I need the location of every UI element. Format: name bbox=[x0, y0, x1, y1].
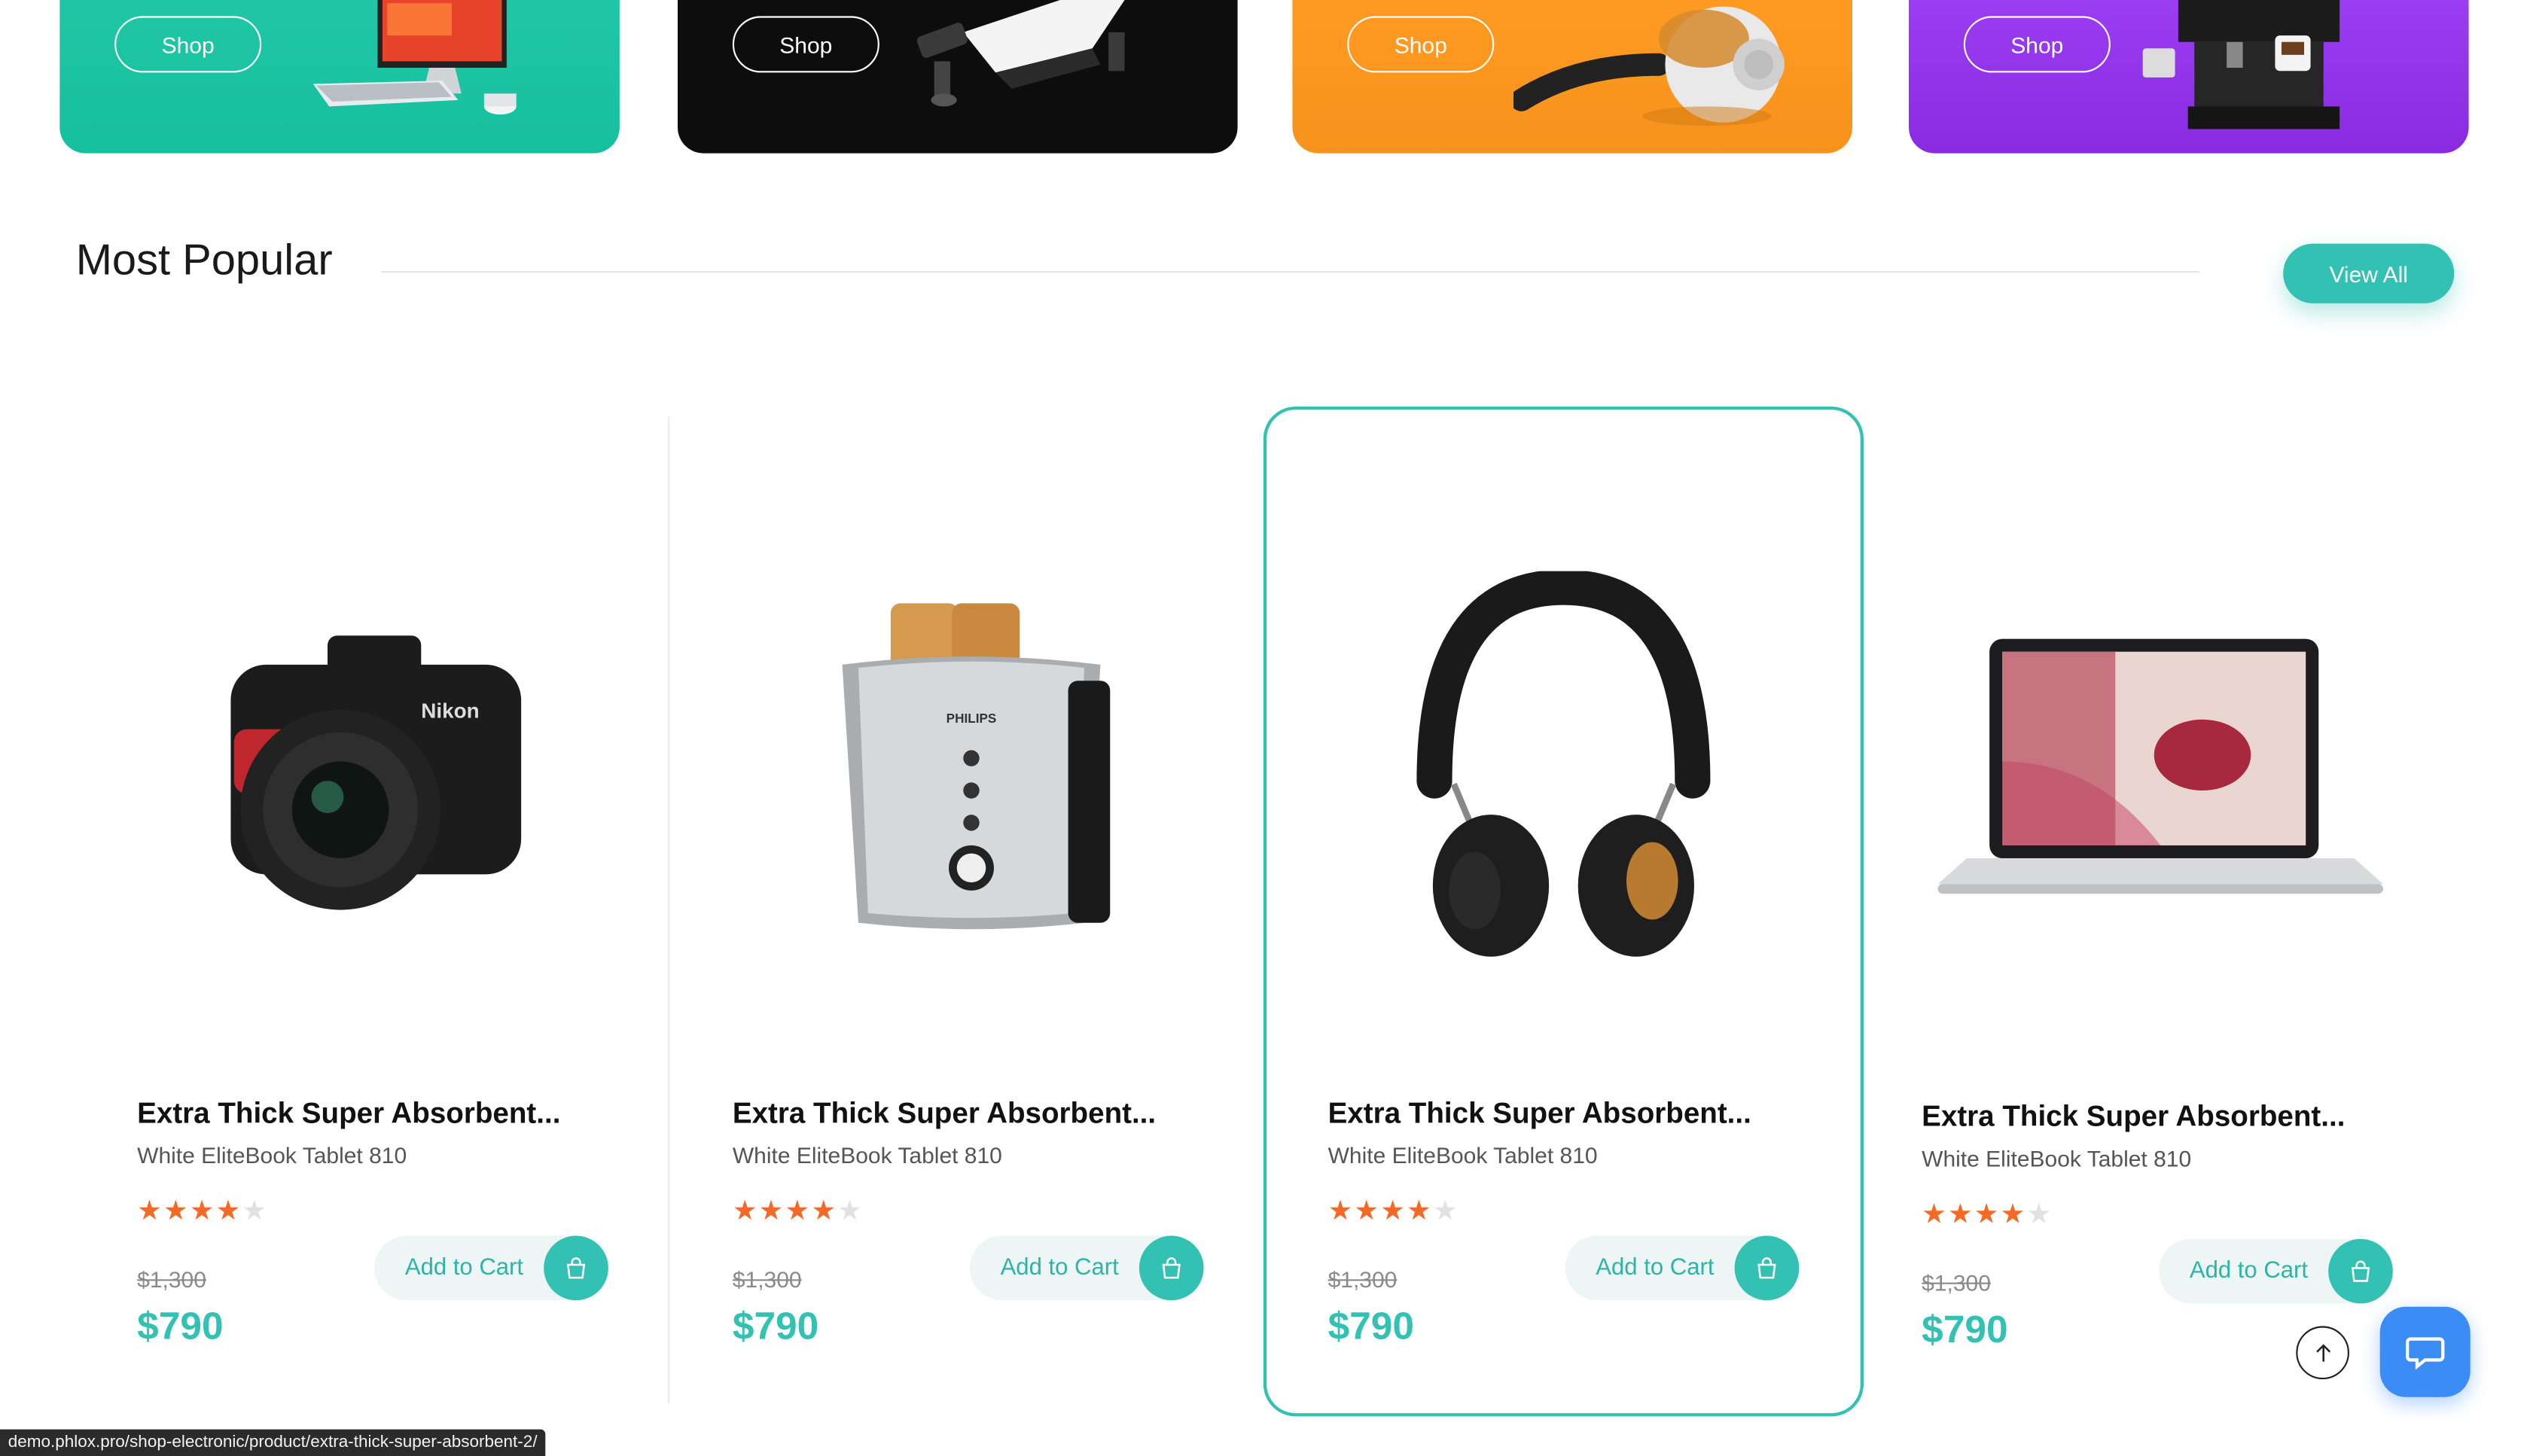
product-card[interactable]: Extra Thick Super Absorbent... White Eli… bbox=[1861, 407, 2461, 1416]
banner-coffee[interactable]: Shop bbox=[1909, 0, 2469, 154]
star-icon: ★ bbox=[1974, 1199, 1999, 1229]
product-image-camera: Nikon bbox=[230, 635, 522, 910]
product-title[interactable]: Extra Thick Super Absorbent... bbox=[1328, 1097, 1751, 1131]
svg-text:Nikon: Nikon bbox=[421, 699, 479, 723]
shop-button[interactable]: Shop bbox=[732, 16, 879, 73]
chat-bubble-icon bbox=[2405, 1337, 2445, 1370]
star-icon: ★ bbox=[811, 1195, 836, 1226]
shopping-bag-icon bbox=[1734, 1235, 1800, 1301]
add-to-cart-button[interactable]: Add to Cart bbox=[2159, 1238, 2393, 1304]
star-icon: ★ bbox=[1354, 1195, 1379, 1226]
star-icon: ★ bbox=[732, 1195, 757, 1226]
product-subtitle: White EliteBook Tablet 810 bbox=[137, 1142, 407, 1168]
add-to-cart-button[interactable]: Add to Cart bbox=[1565, 1235, 1800, 1301]
star-empty-icon: ★ bbox=[2026, 1199, 2052, 1229]
banner-vacuums[interactable]: Shop bbox=[1292, 0, 1852, 154]
star-icon: ★ bbox=[758, 1195, 784, 1226]
star-icon: ★ bbox=[1947, 1199, 1973, 1229]
add-to-cart-label: Add to Cart bbox=[1000, 1255, 1119, 1281]
chat-button[interactable] bbox=[2379, 1306, 2471, 1397]
add-to-cart-label: Add to Cart bbox=[2189, 1258, 2309, 1284]
title-divider bbox=[380, 271, 2199, 273]
shopping-bag-icon bbox=[1138, 1235, 1204, 1301]
shop-button[interactable]: Shop bbox=[1963, 16, 2111, 73]
svg-text:PHILIPS: PHILIPS bbox=[946, 711, 997, 726]
star-empty-icon: ★ bbox=[242, 1195, 267, 1226]
arrow-up-icon bbox=[2315, 1343, 2330, 1361]
price: $790 bbox=[732, 1305, 819, 1349]
old-price: $1,300 bbox=[1922, 1269, 1991, 1296]
section-title: Most Popular bbox=[75, 235, 333, 285]
scroll-to-top-button[interactable] bbox=[2296, 1326, 2349, 1380]
drone-image bbox=[916, 0, 1125, 107]
star-icon: ★ bbox=[1327, 1195, 1353, 1226]
rating-stars: ★ ★ ★ ★ ★ bbox=[1922, 1200, 2051, 1227]
product-title[interactable]: Extra Thick Super Absorbent... bbox=[733, 1097, 1156, 1131]
coffee-machine-image bbox=[2142, 0, 2340, 129]
star-icon: ★ bbox=[1407, 1195, 1431, 1226]
product-subtitle: White EliteBook Tablet 810 bbox=[732, 1142, 1002, 1168]
product-card[interactable]: PHILIPS Extra Thick Super Absorbent... W… bbox=[671, 407, 1271, 1416]
product-image-headphones bbox=[1416, 571, 1711, 957]
product-subtitle: White EliteBook Tablet 810 bbox=[1922, 1145, 2192, 1171]
old-price: $1,300 bbox=[1327, 1266, 1398, 1293]
shopping-bag-icon bbox=[544, 1235, 608, 1301]
product-image-toaster: PHILIPS bbox=[842, 603, 1111, 930]
star-icon: ★ bbox=[137, 1195, 162, 1226]
product-subtitle: White EliteBook Tablet 810 bbox=[1327, 1142, 1598, 1168]
star-icon: ★ bbox=[189, 1195, 215, 1226]
rating-stars: ★ ★ ★ ★ ★ bbox=[1328, 1197, 1458, 1224]
shop-button[interactable]: Shop bbox=[1347, 16, 1495, 73]
desktop-computer-image bbox=[312, 0, 517, 115]
old-price: $1,300 bbox=[732, 1266, 802, 1293]
star-icon: ★ bbox=[215, 1195, 241, 1226]
view-all-button[interactable]: View All bbox=[2283, 243, 2455, 303]
rating-stars: ★ ★ ★ ★ ★ bbox=[733, 1197, 862, 1224]
star-icon: ★ bbox=[785, 1195, 810, 1226]
star-icon: ★ bbox=[1380, 1195, 1405, 1226]
old-price: $1,300 bbox=[137, 1266, 206, 1293]
star-empty-icon: ★ bbox=[837, 1195, 862, 1226]
add-to-cart-button[interactable]: Add to Cart bbox=[374, 1235, 608, 1301]
banner-computers[interactable]: Shop bbox=[59, 0, 620, 154]
star-icon: ★ bbox=[1922, 1199, 1946, 1229]
product-card-highlighted[interactable]: Extra Thick Super Absorbent... White Eli… bbox=[1263, 407, 1864, 1417]
vacuum-cleaner-image bbox=[1513, 6, 1785, 126]
product-title[interactable]: Extra Thick Super Absorbent... bbox=[1922, 1100, 2345, 1134]
shopping-bag-icon bbox=[2328, 1238, 2393, 1304]
star-icon: ★ bbox=[163, 1195, 188, 1226]
price: $790 bbox=[1922, 1308, 2008, 1352]
star-icon: ★ bbox=[2000, 1199, 2026, 1229]
product-card[interactable]: Nikon Extra Thick Super Absorbent... Whi… bbox=[76, 407, 676, 1416]
rating-stars: ★ ★ ★ ★ ★ bbox=[137, 1197, 267, 1224]
add-to-cart-label: Add to Cart bbox=[404, 1255, 524, 1281]
price: $790 bbox=[1327, 1305, 1414, 1349]
product-title[interactable]: Extra Thick Super Absorbent... bbox=[137, 1097, 560, 1131]
add-to-cart-button[interactable]: Add to Cart bbox=[969, 1235, 1204, 1301]
product-image-laptop bbox=[1937, 638, 2383, 894]
banner-drones[interactable]: Shop bbox=[678, 0, 1238, 154]
star-empty-icon: ★ bbox=[1432, 1195, 1458, 1226]
add-to-cart-label: Add to Cart bbox=[1596, 1255, 1715, 1281]
price: $790 bbox=[137, 1305, 224, 1349]
shop-button[interactable]: Shop bbox=[114, 16, 262, 73]
status-bar-url: demo.phlox.pro/shop-electronic/product/e… bbox=[0, 1429, 546, 1456]
